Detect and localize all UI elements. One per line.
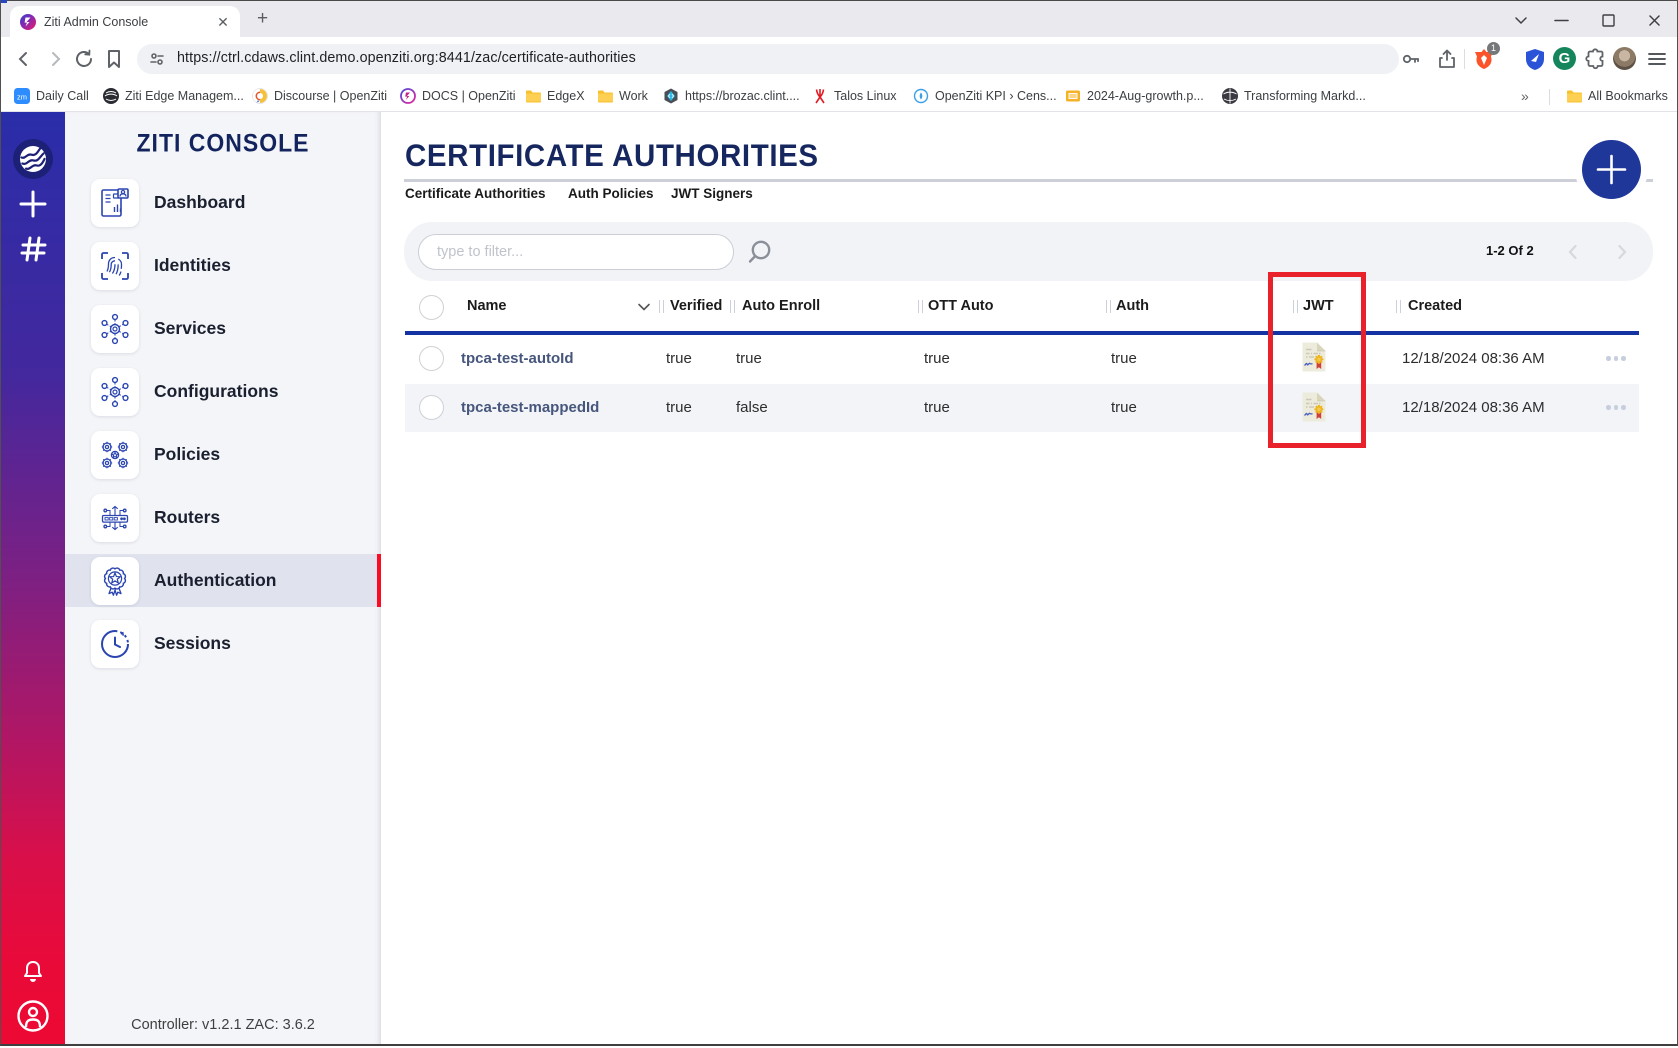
- svg-text:zm: zm: [17, 93, 27, 102]
